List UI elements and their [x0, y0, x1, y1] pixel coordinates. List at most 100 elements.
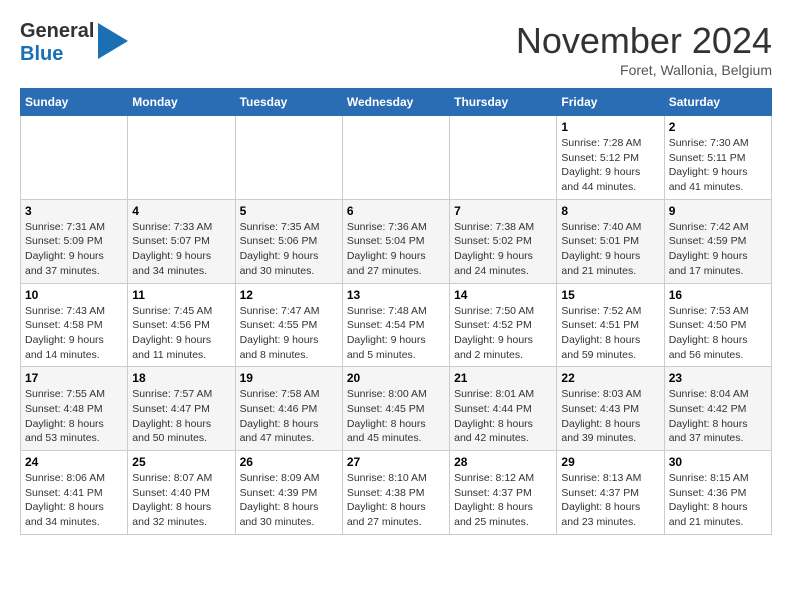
title-block: November 2024 Foret, Wallonia, Belgium — [516, 20, 772, 78]
day-cell: 22Sunrise: 8:03 AM Sunset: 4:43 PM Dayli… — [557, 367, 664, 451]
day-cell: 28 Sunrise: 8:12 AM Sunset: 4:37 PM Dayli… — [450, 451, 557, 535]
day-detail: Sunrise: 7:42 AM Sunset: 4:59 PM Dayligh… — [669, 220, 767, 279]
day-number: 12 — [240, 288, 338, 302]
day-detail: Sunrise: 7:55 AM Sunset: 4:48 PM Dayligh… — [25, 387, 123, 446]
day-detail: Sunrise: 7:33 AM Sunset: 5:07 PM Dayligh… — [132, 220, 230, 279]
day-detail: Sunrise: 8:12 AM Sunset: 4:37 PM Dayligh… — [454, 471, 552, 530]
day-number: 23 — [669, 371, 767, 385]
day-number: 21 — [454, 371, 552, 385]
day-number: 6 — [347, 204, 445, 218]
day-detail: Sunrise: 7:58 AM Sunset: 4:46 PM Dayligh… — [240, 387, 338, 446]
day-detail: Sunrise: 8:00 AM Sunset: 4:45 PM Dayligh… — [347, 387, 445, 446]
day-cell: 2 Sunrise: 7:30 AM Sunset: 5:11 PM Daylig… — [664, 116, 771, 200]
day-number: 15 — [561, 288, 659, 302]
day-cell: 13 Sunrise: 7:48 AM Sunset: 4:54 PM Dayli… — [342, 283, 449, 367]
logo: General Blue — [20, 20, 128, 66]
day-cell: 29 Sunrise: 8:13 AM Sunset: 4:37 PM Dayli… — [557, 451, 664, 535]
day-detail: Sunrise: 7:50 AM Sunset: 4:52 PM Dayligh… — [454, 304, 552, 363]
day-cell: 4 Sunrise: 7:33 AM Sunset: 5:07 PM Daylig… — [128, 199, 235, 283]
day-detail: Sunrise: 7:35 AM Sunset: 5:06 PM Dayligh… — [240, 220, 338, 279]
day-cell: 17 Sunrise: 7:55 AM Sunset: 4:48 PM Dayli… — [21, 367, 128, 451]
logo-general: General — [20, 20, 94, 43]
day-number: 19 — [240, 371, 338, 385]
logo-blue: Blue — [20, 43, 94, 66]
day-cell: 24 Sunrise: 8:06 AM Sunset: 4:41 PM Dayli… — [21, 451, 128, 535]
day-cell: 15 Sunrise: 7:52 AM Sunset: 4:51 PM Dayli… — [557, 283, 664, 367]
month-title: November 2024 — [516, 20, 772, 62]
week-row-3: 10 Sunrise: 7:43 AM Sunset: 4:58 PM Dayli… — [21, 283, 772, 367]
day-detail: Sunrise: 7:30 AM Sunset: 5:11 PM Dayligh… — [669, 136, 767, 195]
day-cell — [128, 116, 235, 200]
day-detail: Sunrise: 8:15 AM Sunset: 4:36 PM Dayligh… — [669, 471, 767, 530]
day-cell — [21, 116, 128, 200]
day-cell: 8Sunrise: 7:40 AM Sunset: 5:01 PM Daylig… — [557, 199, 664, 283]
calendar-table: SundayMondayTuesdayWednesdayThursdayFrid… — [20, 88, 772, 535]
day-cell: 19 Sunrise: 7:58 AM Sunset: 4:46 PM Dayli… — [235, 367, 342, 451]
day-number: 7 — [454, 204, 552, 218]
day-cell: 5Sunrise: 7:35 AM Sunset: 5:06 PM Daylig… — [235, 199, 342, 283]
weekday-header-friday: Friday — [557, 89, 664, 116]
location-subtitle: Foret, Wallonia, Belgium — [516, 62, 772, 78]
day-cell: 6Sunrise: 7:36 AM Sunset: 5:04 PM Daylig… — [342, 199, 449, 283]
day-detail: Sunrise: 7:43 AM Sunset: 4:58 PM Dayligh… — [25, 304, 123, 363]
day-number: 17 — [25, 371, 123, 385]
day-detail: Sunrise: 7:47 AM Sunset: 4:55 PM Dayligh… — [240, 304, 338, 363]
day-cell: 10 Sunrise: 7:43 AM Sunset: 4:58 PM Dayli… — [21, 283, 128, 367]
day-number: 9 — [669, 204, 767, 218]
day-cell: 26 Sunrise: 8:09 AM Sunset: 4:39 PM Dayli… — [235, 451, 342, 535]
day-cell: 30 Sunrise: 8:15 AM Sunset: 4:36 PM Dayli… — [664, 451, 771, 535]
day-cell: 20 Sunrise: 8:00 AM Sunset: 4:45 PM Dayli… — [342, 367, 449, 451]
week-row-2: 3Sunrise: 7:31 AM Sunset: 5:09 PM Daylig… — [21, 199, 772, 283]
day-number: 13 — [347, 288, 445, 302]
day-number: 2 — [669, 120, 767, 134]
day-detail: Sunrise: 7:45 AM Sunset: 4:56 PM Dayligh… — [132, 304, 230, 363]
day-detail: Sunrise: 7:38 AM Sunset: 5:02 PM Dayligh… — [454, 220, 552, 279]
day-detail: Sunrise: 8:13 AM Sunset: 4:37 PM Dayligh… — [561, 471, 659, 530]
day-detail: Sunrise: 8:04 AM Sunset: 4:42 PM Dayligh… — [669, 387, 767, 446]
weekday-header-sunday: Sunday — [21, 89, 128, 116]
day-cell: 25 Sunrise: 8:07 AM Sunset: 4:40 PM Dayli… — [128, 451, 235, 535]
day-detail: Sunrise: 8:03 AM Sunset: 4:43 PM Dayligh… — [561, 387, 659, 446]
day-number: 29 — [561, 455, 659, 469]
day-number: 4 — [132, 204, 230, 218]
day-cell: 9 Sunrise: 7:42 AM Sunset: 4:59 PM Daylig… — [664, 199, 771, 283]
day-cell: 18 Sunrise: 7:57 AM Sunset: 4:47 PM Dayli… — [128, 367, 235, 451]
day-number: 18 — [132, 371, 230, 385]
day-cell: 16Sunrise: 7:53 AM Sunset: 4:50 PM Dayli… — [664, 283, 771, 367]
day-detail: Sunrise: 8:07 AM Sunset: 4:40 PM Dayligh… — [132, 471, 230, 530]
weekday-header-saturday: Saturday — [664, 89, 771, 116]
week-row-1: 1 Sunrise: 7:28 AM Sunset: 5:12 PM Daylig… — [21, 116, 772, 200]
day-number: 14 — [454, 288, 552, 302]
day-cell — [342, 116, 449, 200]
day-cell: 27Sunrise: 8:10 AM Sunset: 4:38 PM Dayli… — [342, 451, 449, 535]
day-number: 25 — [132, 455, 230, 469]
day-cell: 11 Sunrise: 7:45 AM Sunset: 4:56 PM Dayli… — [128, 283, 235, 367]
day-detail: Sunrise: 7:48 AM Sunset: 4:54 PM Dayligh… — [347, 304, 445, 363]
day-number: 1 — [561, 120, 659, 134]
day-detail: Sunrise: 7:52 AM Sunset: 4:51 PM Dayligh… — [561, 304, 659, 363]
day-number: 11 — [132, 288, 230, 302]
logo-icon — [98, 23, 128, 59]
day-detail: Sunrise: 8:06 AM Sunset: 4:41 PM Dayligh… — [25, 471, 123, 530]
day-cell: 12 Sunrise: 7:47 AM Sunset: 4:55 PM Dayli… — [235, 283, 342, 367]
page-header: General Blue November 2024 Foret, Wallon… — [20, 20, 772, 78]
day-number: 26 — [240, 455, 338, 469]
day-detail: Sunrise: 8:09 AM Sunset: 4:39 PM Dayligh… — [240, 471, 338, 530]
weekday-header-monday: Monday — [128, 89, 235, 116]
weekday-header-wednesday: Wednesday — [342, 89, 449, 116]
day-detail: Sunrise: 7:57 AM Sunset: 4:47 PM Dayligh… — [132, 387, 230, 446]
day-number: 30 — [669, 455, 767, 469]
day-number: 16 — [669, 288, 767, 302]
weekday-header-tuesday: Tuesday — [235, 89, 342, 116]
day-detail: Sunrise: 8:01 AM Sunset: 4:44 PM Dayligh… — [454, 387, 552, 446]
week-row-5: 24 Sunrise: 8:06 AM Sunset: 4:41 PM Dayli… — [21, 451, 772, 535]
day-cell — [235, 116, 342, 200]
day-number: 10 — [25, 288, 123, 302]
day-number: 24 — [25, 455, 123, 469]
day-number: 20 — [347, 371, 445, 385]
day-cell: 21 Sunrise: 8:01 AM Sunset: 4:44 PM Dayli… — [450, 367, 557, 451]
day-detail: Sunrise: 7:28 AM Sunset: 5:12 PM Dayligh… — [561, 136, 659, 195]
day-cell: 3Sunrise: 7:31 AM Sunset: 5:09 PM Daylig… — [21, 199, 128, 283]
day-detail: Sunrise: 7:40 AM Sunset: 5:01 PM Dayligh… — [561, 220, 659, 279]
day-number: 28 — [454, 455, 552, 469]
